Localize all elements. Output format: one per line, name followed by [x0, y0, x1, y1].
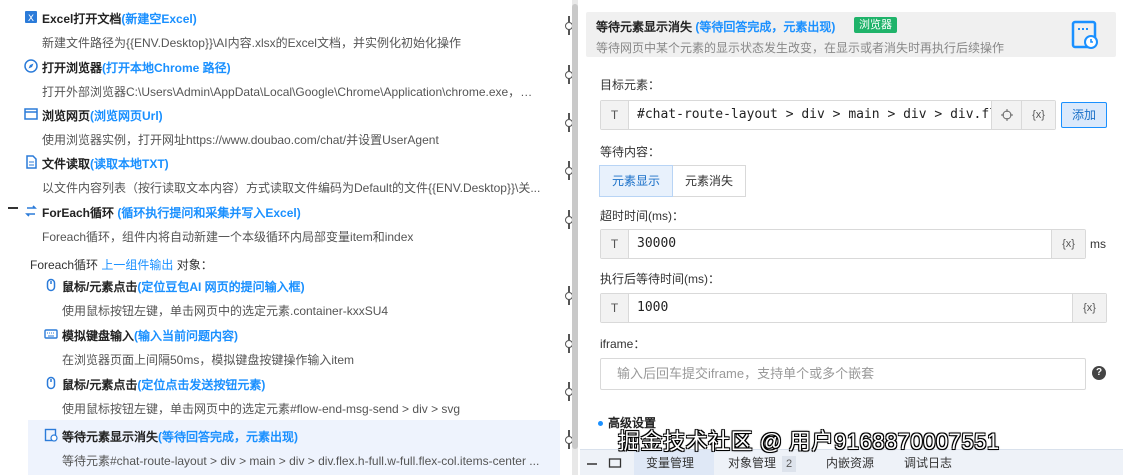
mouse-icon — [44, 278, 58, 292]
flow-step-excel-open[interactable]: X Excel打开文档(新建空Excel) 新建文件路径为{{ENV.Deskt… — [0, 0, 560, 50]
variable-insert-button[interactable]: {x} — [1021, 101, 1055, 129]
type-text-tag: T — [601, 294, 629, 322]
unit-label: ms — [1090, 237, 1106, 251]
connector-handle[interactable] — [565, 65, 572, 84]
flow-step-foreach[interactable]: ForEach循环 (循环执行提问和采集并写入Excel) Foreach循环，… — [0, 194, 560, 244]
connector-handle[interactable] — [565, 113, 572, 132]
wait-element-icon — [1068, 18, 1102, 52]
panel-subtitle: (等待回答完成，元素出现) — [692, 20, 836, 34]
iframe-label: iframe： — [600, 337, 646, 351]
scrollbar-thumb[interactable] — [572, 4, 578, 449]
keyboard-icon — [44, 327, 58, 341]
property-panel: 等待元素显示消失 (等待回答完成，元素出现) 浏览器 等待网页中某个元素的显示状… — [580, 0, 1123, 475]
connector-handle[interactable] — [565, 286, 572, 305]
flow-step-browse-page[interactable]: 浏览网页(浏览网页Url) 使用浏览器实例，打开网址https://www.do… — [0, 97, 560, 147]
step-subtitle: (浏览网页Url) — [90, 109, 163, 123]
type-text-tag: T — [601, 101, 629, 129]
target-element-field[interactable]: T #chat-route-layout > div > main > div … — [600, 100, 1056, 130]
tab-label: 内嵌资源 — [826, 456, 875, 470]
step-title: 浏览网页 — [42, 109, 91, 123]
svg-text:X: X — [28, 14, 34, 24]
step-subtitle: (新建空Excel) — [121, 12, 197, 26]
target-element-value[interactable]: #chat-route-layout > div > main > div > … — [637, 101, 997, 129]
flow-step-read-file[interactable]: 文件读取(读取本地TXT) 以文件内容列表（按行读取文本内容）方式读取文件编码为… — [0, 145, 560, 195]
flow-step-mouse-click-input[interactable]: 鼠标/元素点击(定位豆包AI 网页的提问输入框) 使用鼠标按钮左键，单击网页中的… — [0, 268, 560, 318]
tab-label: 调试日志 — [904, 456, 953, 470]
option-element-show[interactable]: 元素显示 — [599, 165, 674, 197]
timeout-label: 超时时间(ms)： — [600, 209, 684, 223]
variable-insert-button[interactable]: {x} — [1072, 294, 1106, 322]
connector-handle[interactable] — [565, 382, 572, 401]
loop-icon — [24, 204, 38, 218]
watermark: 掘金技术社区 @ 用户9168870007551 — [618, 429, 1000, 454]
connector-handle[interactable] — [565, 334, 572, 353]
connector-handle[interactable] — [565, 16, 572, 35]
step-description: 使用鼠标按钮左键，单击网页中的选定元素#flow-end-msg-send > … — [62, 402, 461, 416]
variable-insert-button[interactable]: {x} — [1051, 230, 1085, 258]
flow-step-keyboard-input[interactable]: 模拟键盘输入(输入当前问题内容) 在浏览器页面上间隔50ms，模拟键盘按键操作输… — [0, 317, 560, 367]
after-wait-field[interactable]: T 1000 {x} — [600, 293, 1107, 323]
step-subtitle: (等待回答完成，元素出现) — [158, 430, 299, 444]
tab-count-badge: 2 — [782, 456, 797, 472]
step-title: 模拟键盘输入 — [62, 329, 135, 343]
step-title: 鼠标/元素点击 — [62, 378, 138, 392]
connector-handle[interactable] — [565, 161, 572, 180]
excel-icon: X — [24, 10, 38, 24]
step-title: ForEach循环 — [42, 206, 115, 220]
step-title: 等待元素显示消失 — [62, 430, 159, 444]
step-subtitle: (循环执行提问和采集并写入Excel) — [114, 206, 301, 220]
flow-step-mouse-click-send[interactable]: 鼠标/元素点击(定位点击发送按钮元素) 使用鼠标按钮左键，单击网页中的选定元素#… — [0, 366, 560, 416]
mouse-icon — [44, 376, 58, 390]
browser-window-icon — [24, 107, 38, 121]
tab-label: 变量管理 — [646, 456, 695, 470]
connector-handle[interactable] — [565, 430, 572, 449]
step-title: Excel打开文档 — [42, 12, 122, 26]
browser-badge: 浏览器 — [854, 17, 897, 33]
flow-step-list: X Excel打开文档(新建空Excel) 新建文件路径为{{ENV.Deskt… — [0, 0, 572, 475]
target-element-label: 目标元素： — [600, 78, 661, 92]
panel-title-text: 等待元素显示消失 — [596, 20, 693, 34]
flow-step-wait-element[interactable]: 等待元素显示消失(等待回答完成，元素出现) 等待元素#chat-route-la… — [28, 420, 560, 475]
compass-icon — [24, 59, 38, 73]
add-button[interactable]: 添加 — [1061, 102, 1107, 128]
panel-description: 等待网页中某个元素的显示状态发生改变，在显示或者消失时再执行后续操作 — [596, 41, 1005, 55]
step-subtitle: (定位点击发送按钮元素) — [137, 378, 266, 392]
wait-content-label: 等待内容： — [600, 145, 661, 159]
option-element-hide[interactable]: 元素消失 — [673, 165, 747, 197]
step-title: 鼠标/元素点击 — [62, 280, 138, 294]
wait-content-toggle: 元素显示 元素消失 — [599, 165, 747, 197]
panel-header: 等待元素显示消失 (等待回答完成，元素出现) 浏览器 等待网页中某个元素的显示状… — [586, 12, 1116, 57]
step-subtitle: (输入当前问题内容) — [134, 329, 239, 343]
minimize-icon[interactable] — [586, 450, 598, 475]
panel-title: 等待元素显示消失 (等待回答完成，元素出现) — [596, 18, 835, 35]
timeout-field[interactable]: T 30000 {x} — [600, 229, 1086, 259]
type-text-tag: T — [601, 230, 629, 258]
flow-step-open-browser[interactable]: 打开浏览器(打开本地Chrome 路径) 打开外部浏览器C:\Users\Adm… — [0, 49, 560, 99]
step-subtitle: (读取本地TXT) — [90, 157, 169, 171]
help-icon[interactable]: ? — [1092, 366, 1106, 380]
step-description: Foreach循环，组件内将自动新建一个本级循环内局部变量item和index — [42, 230, 414, 244]
connector-handle[interactable] — [565, 210, 572, 229]
crosshair-icon[interactable] — [991, 101, 1021, 129]
step-description: 等待元素#chat-route-layout > div > main > di… — [62, 454, 540, 468]
iframe-input[interactable]: 输入后回车提交iframe，支持单个或多个嵌套 — [600, 358, 1086, 390]
after-wait-label: 执行后等待时间(ms)： — [600, 272, 720, 286]
timeout-value[interactable]: 30000 — [637, 230, 676, 258]
wait-element-icon — [44, 428, 58, 442]
after-wait-value[interactable]: 1000 — [637, 294, 668, 322]
step-subtitle: (打开本地Chrome 路径) — [102, 61, 231, 75]
step-subtitle: (定位豆包AI 网页的提问输入框) — [137, 280, 305, 294]
step-title: 文件读取 — [42, 157, 91, 171]
step-title: 打开浏览器 — [42, 61, 103, 75]
file-icon — [24, 155, 38, 169]
tab-label: 对象管理 — [728, 456, 777, 470]
